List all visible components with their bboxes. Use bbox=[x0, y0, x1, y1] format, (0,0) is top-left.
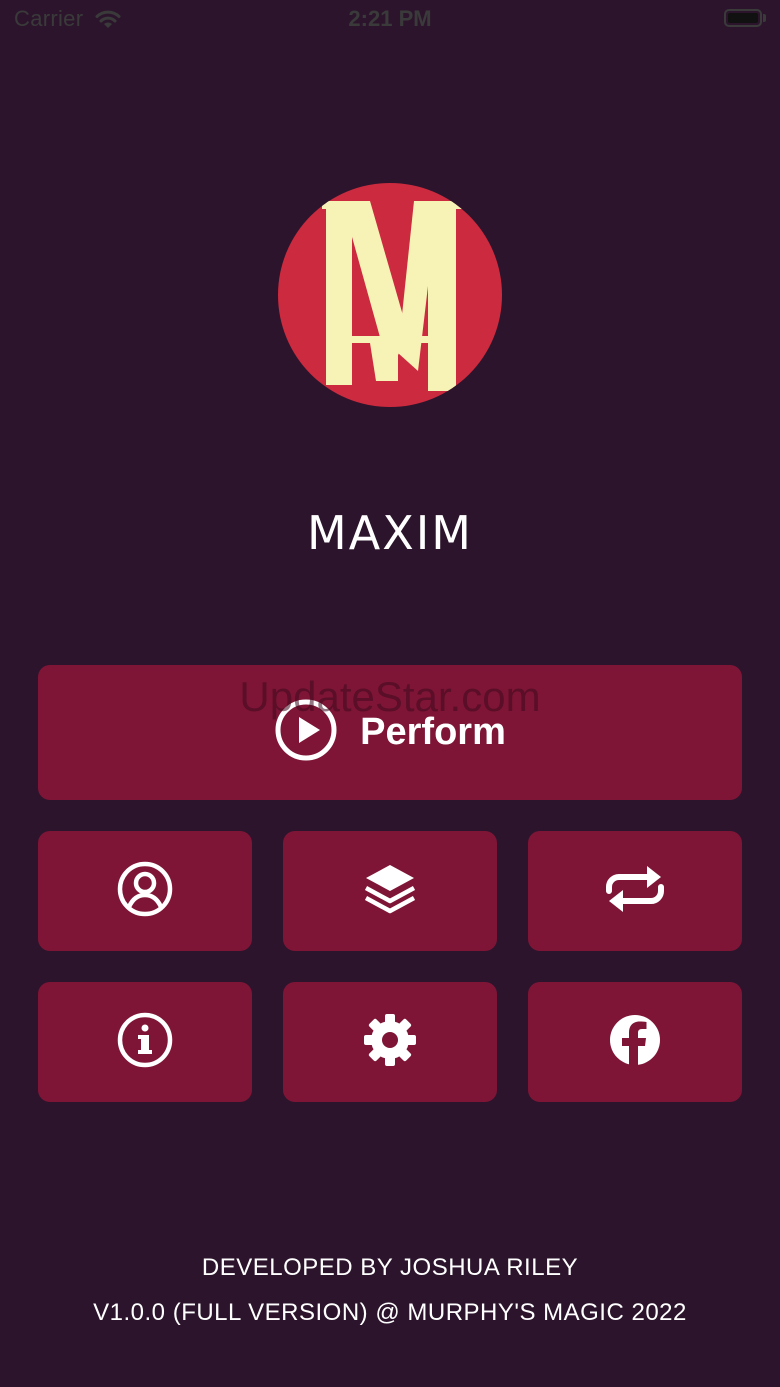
user-circle-icon bbox=[116, 860, 174, 923]
repeat-icon bbox=[603, 861, 667, 922]
play-circle-icon bbox=[274, 698, 338, 767]
repeat-button[interactable] bbox=[528, 831, 742, 951]
facebook-button[interactable] bbox=[528, 982, 742, 1102]
layers-button[interactable] bbox=[283, 831, 497, 951]
developer-credit: DEVELOPED BY JOSHUA RILEY bbox=[201, 1254, 579, 1281]
perform-label: Perform bbox=[360, 711, 506, 753]
info-circle-icon bbox=[116, 1011, 174, 1074]
facebook-icon bbox=[607, 1012, 663, 1073]
settings-button[interactable] bbox=[283, 982, 497, 1102]
gear-icon bbox=[361, 1011, 419, 1074]
app-title: MAXIM bbox=[307, 506, 473, 560]
battery-cap bbox=[763, 14, 766, 22]
status-bar: Carrier 2:21 PM bbox=[0, 0, 780, 40]
version-info: V1.0.0 (FULL VERSION) @ MURPHY'S MAGIC 2… bbox=[93, 1299, 687, 1326]
perform-button[interactable]: Perform bbox=[38, 665, 742, 800]
battery-icon bbox=[724, 9, 762, 27]
profile-button[interactable] bbox=[38, 831, 252, 951]
app-logo bbox=[278, 183, 502, 407]
layers-icon bbox=[362, 861, 418, 922]
clock: 2:21 PM bbox=[348, 6, 432, 31]
info-button[interactable] bbox=[38, 982, 252, 1102]
